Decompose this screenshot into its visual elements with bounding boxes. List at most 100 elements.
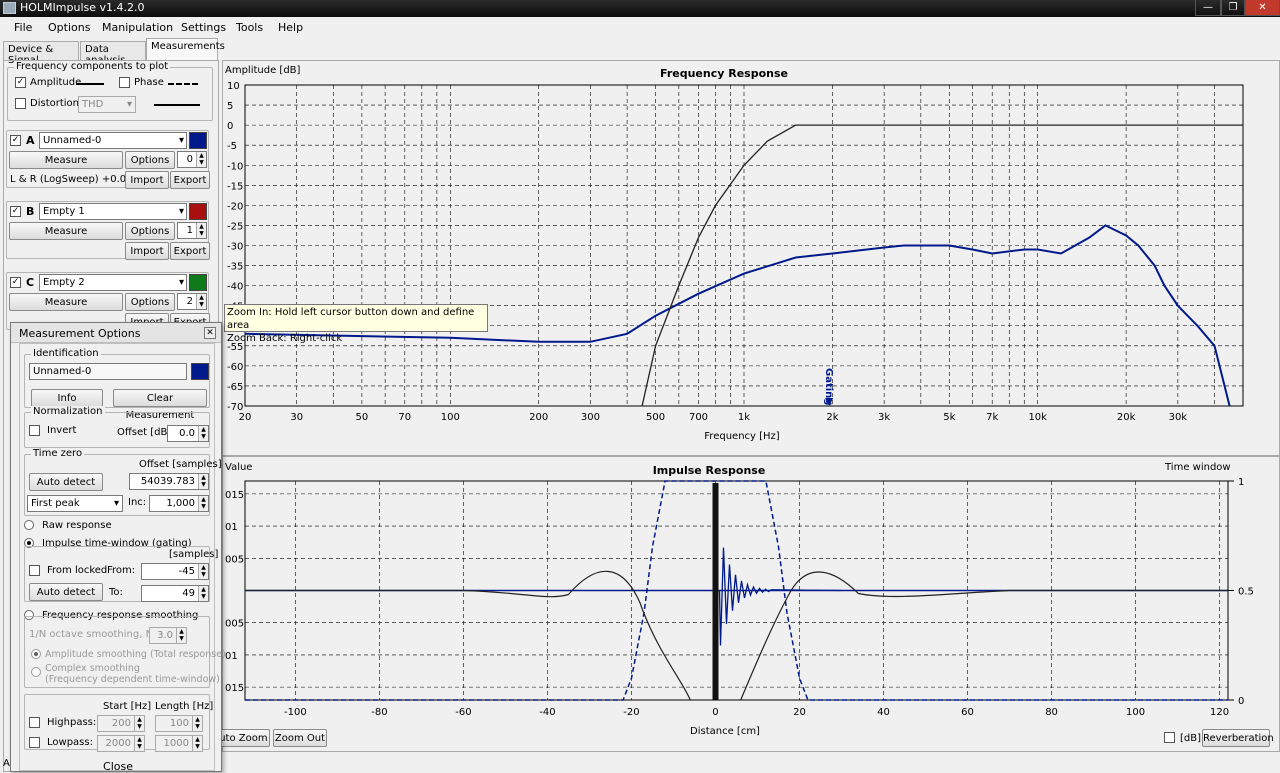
samples-label: [samples] <box>169 549 219 560</box>
highpass-checkbox[interactable] <box>29 717 40 728</box>
channel-import-button[interactable]: Import <box>125 171 169 189</box>
inc-spinner[interactable]: ▲ ▼ <box>198 496 208 511</box>
channel-letter: B <box>26 205 35 218</box>
menu-settings[interactable]: Settings <box>181 21 226 34</box>
amp-smoothing-label: Amplitude smoothing (Total response) <box>45 649 226 660</box>
offset-samples-label: Offset [samples] <box>139 459 222 470</box>
time-zero-method-select[interactable]: First peak ▾ <box>27 495 123 512</box>
channel-enable-checkbox[interactable]: ✓ <box>10 206 21 217</box>
tab-data-analysis[interactable]: Data analysis <box>80 41 146 66</box>
menu-manipulation[interactable]: Manipulation <box>102 21 173 34</box>
amplitude-checkbox[interactable]: ✓ <box>15 77 26 88</box>
channel-name-value: Unnamed-0 <box>43 135 102 146</box>
highpass-start-spinner[interactable]: ▲ ▼ <box>134 716 144 731</box>
channel-index-spinner[interactable]: ▲ ▼ <box>196 294 206 309</box>
complex-smoothing-radio[interactable] <box>31 667 41 677</box>
distortion-type-select[interactable]: THD ▾ <box>78 96 136 113</box>
distortion-label: Distortion <box>30 98 79 109</box>
channel-measure-button[interactable]: Measure <box>9 293 123 311</box>
menu-tools[interactable]: Tools <box>236 21 263 34</box>
ir-y2-axis-label: Time window <box>1164 462 1231 473</box>
fr-x-tick-label: 30 <box>290 412 303 423</box>
channel-name-select[interactable]: Empty 1 ▾ <box>39 203 187 220</box>
offset-samples-spinner[interactable]: ▲ ▼ <box>198 474 208 489</box>
channel-enable-checkbox[interactable]: ✓ <box>10 277 21 288</box>
close-icon[interactable]: ✕ <box>204 327 216 339</box>
channel-color-swatch[interactable] <box>189 274 207 291</box>
gating-label: Gating <box>823 368 834 405</box>
distortion-checkbox[interactable] <box>15 98 26 109</box>
fr-y-tick-label: -5 <box>227 141 237 152</box>
channel-import-button[interactable]: Import <box>125 242 169 260</box>
lowpass-start-spinner[interactable]: ▲ ▼ <box>134 736 144 751</box>
info-button[interactable]: Info <box>31 389 103 407</box>
gating-from-spinner[interactable]: ▲ ▼ <box>198 564 208 579</box>
fr-x-tick-label: 1k <box>738 412 750 423</box>
gating-auto-detect-button[interactable]: Auto detect <box>29 583 103 601</box>
measurement-color-swatch[interactable] <box>191 363 209 380</box>
channel-options-button[interactable]: Options <box>125 151 175 169</box>
fr-x-axis-label: Frequency [Hz] <box>704 431 780 442</box>
lowpass-length-spinner[interactable]: ▲ ▼ <box>192 736 202 751</box>
amplitude-label: Amplitude <box>30 77 82 88</box>
freq-response-chart[interactable]: 1050-5-10-15-20-25-30-35-40-45-50-55-60-… <box>223 61 1279 455</box>
fr-chart-title: Frequency Response <box>660 67 788 80</box>
db-checkbox[interactable] <box>1164 732 1175 743</box>
offset-db-spinner[interactable]: ▲ ▼ <box>198 426 208 441</box>
channel-index-spinner[interactable]: ▲ ▼ <box>196 152 206 167</box>
lowpass-checkbox[interactable] <box>29 737 40 748</box>
tab-measurements[interactable]: Measurements <box>146 38 225 60</box>
channel-name-select[interactable]: Empty 2 ▾ <box>39 274 187 291</box>
fr-y-tick-label: -65 <box>227 382 243 393</box>
menu-help[interactable]: Help <box>278 21 303 34</box>
channel-color-swatch[interactable] <box>189 132 207 149</box>
window-title: HOLMImpulse v1.4.2.0 <box>20 1 145 14</box>
reverberation-button[interactable]: Reverberation <box>1202 729 1274 747</box>
phase-checkbox[interactable] <box>119 77 130 88</box>
phase-label: Phase <box>134 77 164 88</box>
menu-file[interactable]: File <box>14 21 32 34</box>
menu-options[interactable]: Options <box>48 21 90 34</box>
normalization-title: Normalization <box>31 406 105 417</box>
gating-to-spinner[interactable]: ▲ ▼ <box>198 586 208 601</box>
measurement-name-field[interactable]: Unnamed-0 <box>29 363 187 380</box>
channel-options-button[interactable]: Options <box>125 293 175 311</box>
close-dialog-button[interactable]: Close <box>20 760 216 773</box>
time-zero-auto-detect-button[interactable]: Auto detect <box>29 473 103 491</box>
highpass-length-spinner[interactable]: ▲ ▼ <box>192 716 202 731</box>
freq-components-title: Frequency components to plot <box>14 61 171 72</box>
from-locked-checkbox[interactable] <box>29 565 40 576</box>
close-window-button[interactable]: ✕ <box>1245 0 1280 16</box>
channel-color-swatch[interactable] <box>189 203 207 220</box>
channel-enable-checkbox[interactable]: ✓ <box>10 135 21 146</box>
zoom-out-button[interactable]: Zoom Out <box>273 729 327 747</box>
impulse-response-chart[interactable]: -100 -80 -60 -40 -20 0 20 40 60 80 100 120015010050… <box>223 457 1279 751</box>
ir-x-tick-label: -60 <box>455 707 471 718</box>
channel-measure-button[interactable]: Measure <box>9 222 123 240</box>
ir-y-tick-label: 015 <box>225 490 244 501</box>
channel-info-label: L & R (LogSweep) +0.0dB <box>10 174 140 185</box>
channel-index-spinner[interactable]: ▲ ▼ <box>196 223 206 238</box>
maximize-button[interactable]: ❐ <box>1221 0 1245 16</box>
channel-options-button[interactable]: Options <box>125 222 175 240</box>
chevron-down-icon: ▾ <box>113 498 119 509</box>
minimize-button[interactable]: — <box>1195 0 1221 16</box>
invert-checkbox[interactable] <box>29 425 40 436</box>
channel-measure-button[interactable]: Measure <box>9 151 123 169</box>
channel-letter: A <box>26 134 35 147</box>
fr-x-tick-label: 20k <box>1117 412 1136 423</box>
ir-y-tick-label: 015 <box>225 683 244 694</box>
n-octave-spinner[interactable]: ▲ ▼ <box>176 628 186 643</box>
distortion-type-value: THD <box>82 99 104 110</box>
freq-response-panel: 1050-5-10-15-20-25-30-35-40-45-50-55-60-… <box>222 60 1280 456</box>
clear-measurement-button[interactable]: Clear Measurement <box>113 389 207 421</box>
fr-x-tick-label: 100 <box>441 412 460 423</box>
amp-smoothing-radio[interactable] <box>31 649 41 659</box>
channel-export-button[interactable]: Export <box>170 242 210 260</box>
channel-name-select[interactable]: Unnamed-0 ▾ <box>39 132 187 149</box>
highpass-label: Highpass: <box>47 717 97 728</box>
offset-samples-input[interactable]: 54039.783 <box>129 473 209 490</box>
raw-response-radio[interactable] <box>24 520 34 530</box>
channel-export-button[interactable]: Export <box>170 171 210 189</box>
tab-device-signal[interactable]: Device & Signal <box>3 41 79 66</box>
